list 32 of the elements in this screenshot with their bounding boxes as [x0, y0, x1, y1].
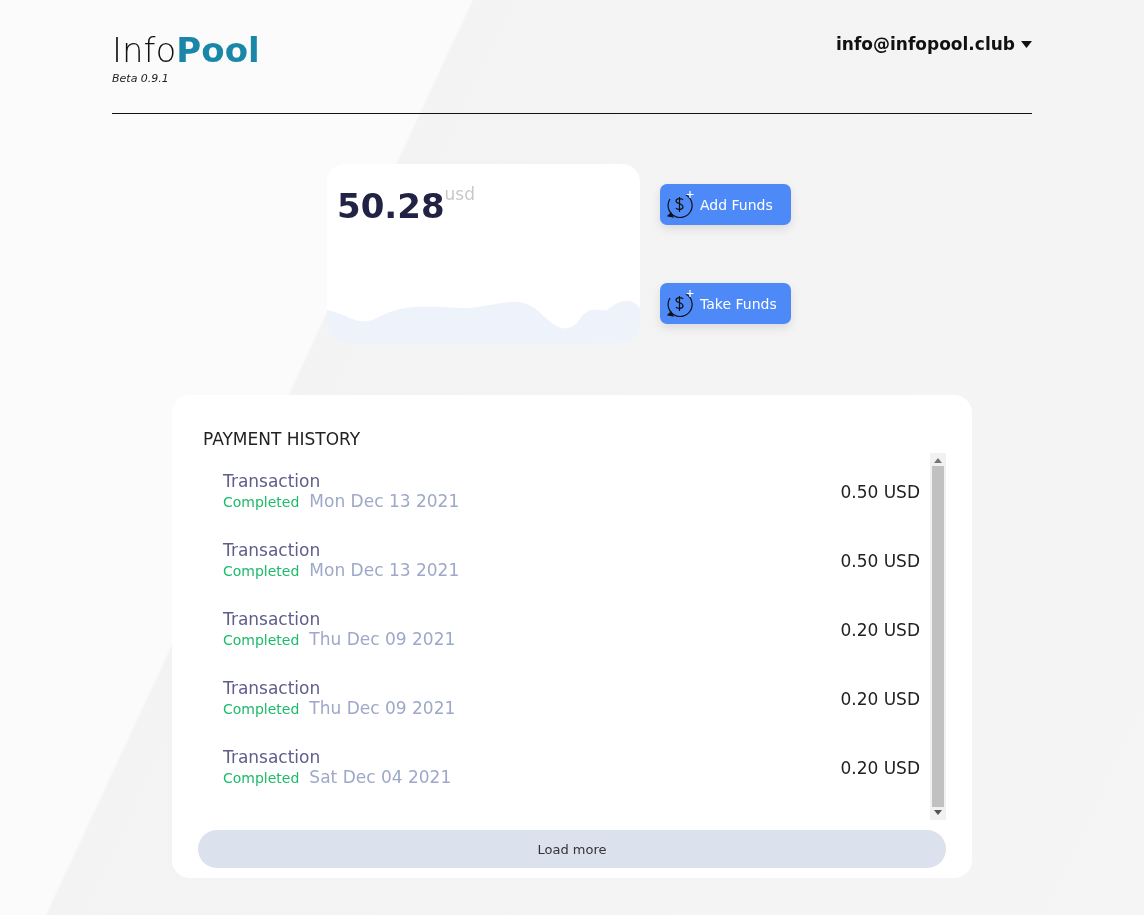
transaction-title: Transaction [223, 678, 322, 698]
transaction-status: Completed [223, 494, 300, 510]
transaction-date: Mon Dec 13 2021 [309, 560, 460, 580]
transaction-status: Completed [223, 563, 300, 579]
transaction-date: Thu Dec 09 2021 [309, 629, 456, 649]
version-label: Beta 0.9.1 [112, 72, 170, 85]
transaction-date: Mon Dec 13 2021 [309, 491, 460, 511]
transaction-amount: 0.50 USD [840, 551, 920, 571]
dollar-refresh-icon [664, 287, 696, 320]
scroll-up-icon[interactable] [934, 458, 942, 464]
transaction-status: Completed [223, 632, 300, 648]
transaction-amount: 0.50 USD [840, 482, 920, 502]
load-more-button[interactable]: Load more [198, 830, 946, 868]
panel-title: PAYMENT HISTORY [203, 429, 362, 449]
scrollbar[interactable] [930, 453, 946, 820]
transaction-date: Sat Dec 04 2021 [309, 767, 452, 787]
transaction-title: Transaction [223, 609, 322, 629]
transaction-title: Transaction [223, 471, 322, 491]
account-menu[interactable]: info@infopool.club [836, 34, 1032, 54]
transaction-status: Completed [223, 770, 300, 786]
transaction-amount: 0.20 USD [840, 689, 920, 709]
scroll-down-icon[interactable] [934, 809, 942, 815]
logo: InfoPool [112, 30, 260, 70]
transaction-amount: 0.20 USD [840, 758, 920, 778]
transaction-amount: 0.20 USD [840, 620, 920, 640]
transaction-title: Transaction [223, 540, 322, 560]
transaction-status: Completed [223, 701, 300, 717]
transaction-title: Transaction [223, 747, 322, 767]
caret-icon [1021, 40, 1032, 48]
balance-amount: 50.28 [337, 186, 445, 226]
dollar-refresh-icon [664, 188, 696, 221]
transaction-date: Thu Dec 09 2021 [309, 698, 456, 718]
